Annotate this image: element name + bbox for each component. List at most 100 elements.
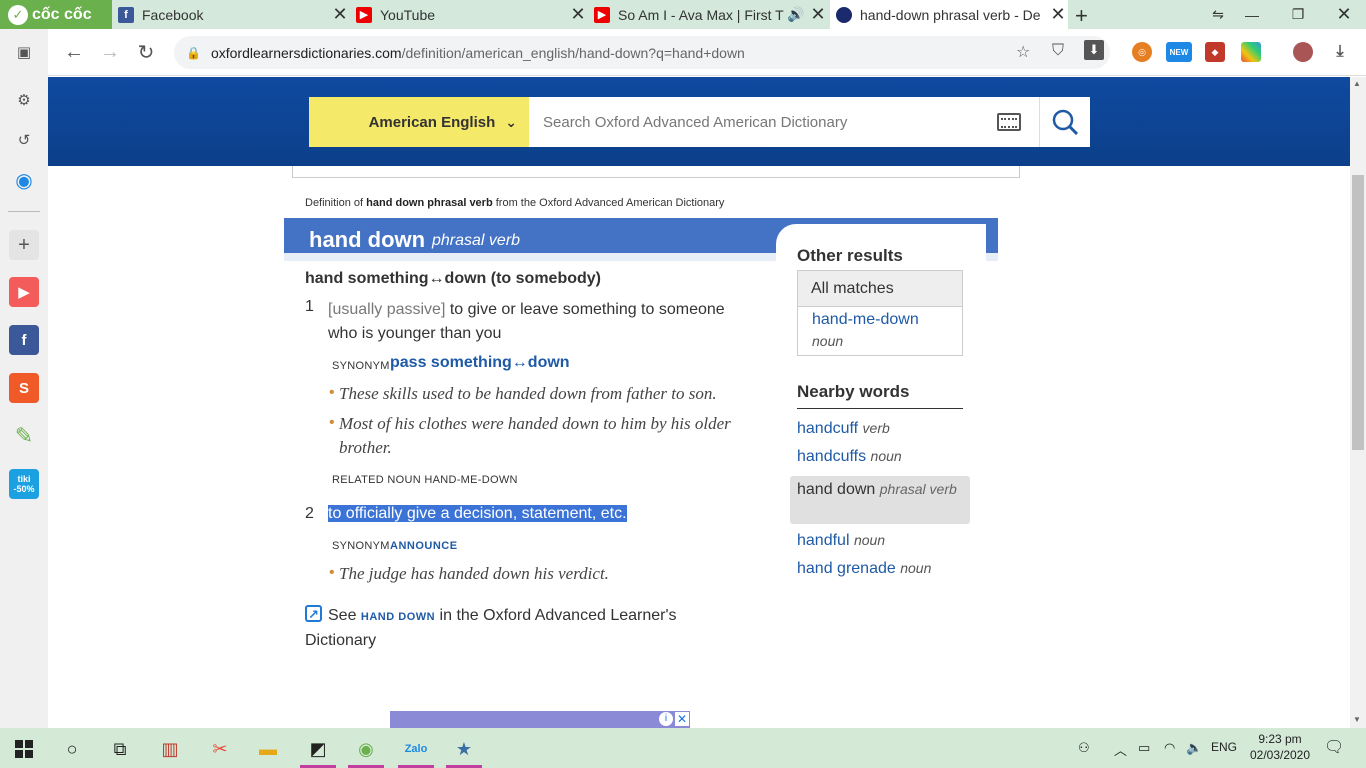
nearby-word-pos: noun — [853, 532, 886, 548]
search-button[interactable] — [1039, 97, 1090, 147]
coccoc-brand[interactable]: ✓ cốc cốc — [0, 0, 112, 29]
tab-youtube[interactable]: ▶ YouTube ✕ — [350, 0, 588, 29]
file-explorer-icon[interactable]: ▬ — [248, 732, 288, 766]
tab-strip: ✓ cốc cốc f Facebook ✕ ▶ YouTube ✕ ▶ So … — [0, 0, 1366, 29]
bottom-ad: i ✕ — [390, 711, 690, 728]
nearby-word[interactable]: handcuff verb — [797, 420, 890, 438]
windows-start-icon[interactable] — [4, 732, 44, 766]
download-page-icon[interactable]: ⬇ — [1084, 40, 1104, 60]
url-path: /definition/american_english/hand-down?q… — [401, 44, 745, 61]
new-tab-icon[interactable]: + — [1075, 3, 1088, 29]
nearby-word-current: hand down phrasal verb — [790, 476, 970, 524]
coccoc-taskbar-icon[interactable]: ◉ — [346, 732, 386, 768]
close-tab-icon[interactable]: ✕ — [568, 4, 588, 25]
bookmark-star-icon[interactable]: ☆ — [1016, 42, 1030, 62]
browser-toolbar: ← → ↻ 🔒 oxfordlearnersdictionaries.com /… — [48, 29, 1366, 76]
search-input[interactable]: Search Oxford Advanced American Dictiona… — [529, 97, 1039, 147]
example-bullet: • — [329, 564, 335, 581]
back-icon[interactable]: ← — [61, 39, 87, 65]
nearby-word-text: hand down — [797, 481, 876, 498]
facebook-app-icon[interactable]: f — [9, 325, 39, 355]
close-tab-icon[interactable]: ✕ — [330, 4, 350, 25]
history-icon[interactable]: ↺ — [9, 125, 39, 155]
nearby-word-text: handcuffs — [797, 448, 867, 465]
tray-chevron-icon[interactable]: ︿ — [1114, 740, 1127, 759]
synonym-link[interactable]: ANNOUNCE — [390, 540, 458, 552]
battery-icon[interactable]: ▭ — [1138, 740, 1150, 756]
related-word[interactable]: HAND-ME-DOWN — [424, 474, 517, 486]
wifi-icon[interactable]: ◠ — [1164, 740, 1175, 756]
settings-icon[interactable]: ⚙ — [9, 85, 39, 115]
clock[interactable]: 9:23 pm 02/03/2020 — [1240, 731, 1320, 763]
nearby-word-pos: phrasal verb — [879, 481, 957, 497]
ad-close-icon[interactable]: ✕ — [675, 712, 689, 726]
coccoc-app-icon[interactable]: ✎ — [9, 421, 39, 451]
synonym-link[interactable]: pass something↔down — [390, 354, 570, 372]
nearby-word[interactable]: handful noun — [797, 532, 885, 550]
shield-icon[interactable]: ⛉ — [1052, 42, 1064, 60]
add-app-icon[interactable]: + — [9, 230, 39, 260]
app-star-icon[interactable]: ★ — [444, 732, 484, 768]
related-label: RELATED NOUN — [332, 474, 421, 486]
external-link-icon — [305, 603, 322, 627]
clock-date: 02/03/2020 — [1249, 748, 1311, 762]
color-ext-icon[interactable] — [1241, 42, 1261, 62]
chevron-down-icon: ⌄ — [505, 113, 517, 130]
match-link[interactable]: hand-me-down — [812, 311, 919, 329]
reload-icon[interactable]: ↻ — [133, 39, 159, 65]
tab-facebook[interactable]: f Facebook ✕ — [112, 0, 350, 29]
messenger-icon[interactable]: ◉ — [9, 165, 39, 195]
nearby-words-title: Nearby words — [797, 382, 910, 401]
see-link[interactable]: HAND DOWN — [361, 611, 435, 623]
downloads-icon[interactable]: ⤓ — [1330, 42, 1350, 62]
sense-number: 1 — [305, 298, 314, 315]
match-pos: noun — [812, 333, 844, 349]
example-sentence: The judge has handed down his verdict. — [339, 564, 609, 583]
tiki-label: tiki — [17, 474, 31, 484]
tab-title: hand-down phrasal verb - De — [860, 6, 1041, 23]
app-notes-icon[interactable]: ◩ — [298, 732, 338, 768]
windows-taskbar: ○ ⧉ ▥ ✂ ▬ ◩ ◉ Zalo ★ ⚇ ︿ ▭ ◠ 🔈 ENG 9:23 … — [0, 728, 1366, 768]
nearby-word[interactable]: hand grenade noun — [797, 560, 931, 578]
address-bar[interactable]: 🔒 oxfordlearnersdictionaries.com /defini… — [174, 36, 1110, 69]
grammar-label: [usually passive] — [328, 301, 446, 318]
task-view-icon[interactable]: ⧉ — [100, 732, 140, 766]
forward-icon[interactable]: → — [97, 39, 123, 65]
page-scrollbar[interactable]: ▲ ▼ — [1350, 77, 1366, 728]
nearby-word[interactable]: handcuffs noun — [797, 448, 902, 466]
speaker-icon[interactable]: 🔊 — [784, 6, 808, 23]
tiki-app-icon[interactable]: tiki -50% — [9, 469, 39, 499]
scroll-down-icon[interactable]: ▼ — [1353, 715, 1361, 724]
zalo-icon[interactable]: Zalo — [396, 732, 436, 768]
youtube-app-icon[interactable]: ▶ — [9, 277, 39, 307]
close-tab-icon[interactable]: ✕ — [808, 4, 828, 25]
notifications-icon[interactable]: 🗨 — [1324, 737, 1344, 757]
app-paint-icon[interactable]: ✂ — [200, 732, 240, 766]
dictionary-select[interactable]: American English ⌄ — [309, 97, 529, 147]
scroll-up-icon[interactable]: ▲ — [1353, 79, 1361, 88]
search-circle-icon[interactable]: ○ — [52, 732, 92, 766]
scrollbar-thumb[interactable] — [1352, 175, 1364, 450]
people-icon[interactable]: ⚇ — [1078, 740, 1090, 756]
part-of-speech: phrasal verb — [432, 232, 521, 249]
windows-logo-icon — [15, 740, 33, 758]
app-chart-icon[interactable]: ▥ — [150, 732, 190, 766]
language-indicator[interactable]: ENG — [1211, 740, 1237, 754]
minimize-icon[interactable]: — — [1232, 0, 1272, 29]
restore-icon[interactable]: ❐ — [1278, 0, 1318, 29]
sidebar-toggle-icon[interactable]: ▣ — [9, 37, 39, 67]
new-ext-icon[interactable]: NEW — [1166, 42, 1192, 62]
tab-oxford[interactable]: hand-down phrasal verb - De ✕ — [830, 0, 1068, 29]
def-of-suffix: from the Oxford Advanced American Dictio… — [492, 197, 725, 209]
all-matches-tab[interactable]: All matches — [798, 271, 962, 307]
shopee-app-icon[interactable]: S — [9, 373, 39, 403]
ad-info-icon[interactable]: i — [659, 712, 673, 726]
keyboard-icon[interactable] — [997, 113, 1021, 131]
coccoc-ext-icon[interactable]: ◎ — [1132, 42, 1152, 62]
profile-avatar[interactable] — [1293, 42, 1313, 62]
tab-ava-max[interactable]: ▶ So Am I - Ava Max | First T 🔊 ✕ — [588, 0, 828, 29]
red-ext-icon[interactable]: ◆ — [1205, 42, 1225, 62]
close-window-icon[interactable]: ✕ — [1324, 0, 1364, 29]
close-tab-icon[interactable]: ✕ — [1048, 4, 1068, 25]
volume-icon[interactable]: 🔈 — [1186, 740, 1202, 756]
